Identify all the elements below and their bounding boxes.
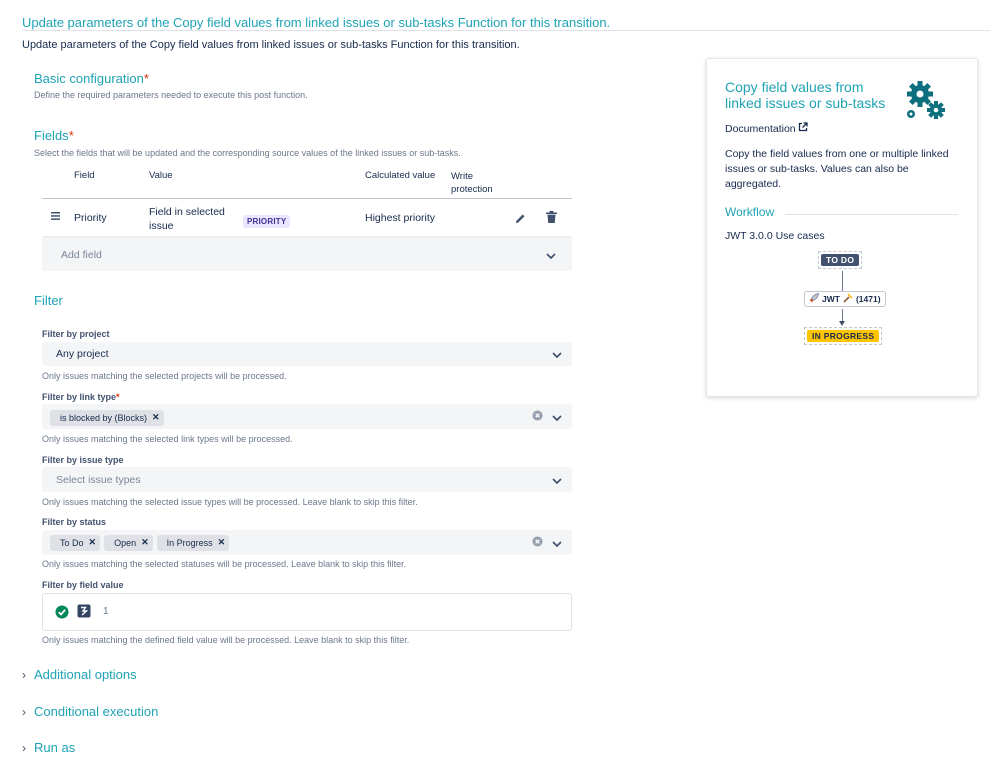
remove-tag-icon[interactable]: ✕ xyxy=(152,412,160,423)
remove-tag-icon[interactable]: ✕ xyxy=(141,537,149,548)
filter-heading: Filter xyxy=(34,293,63,308)
basic-config-title: Basic configuration xyxy=(34,71,144,86)
status-tags: To Do ✕ Open ✕ In Progress ✕ xyxy=(50,534,233,551)
issue-type-help-text: Only issues matching the selected issue … xyxy=(42,497,418,507)
status-tag: In Progress ✕ xyxy=(156,534,230,551)
filter-project-label: Filter by project xyxy=(42,329,110,339)
gears-icon xyxy=(903,78,949,129)
issue-type-select[interactable]: Select issue types xyxy=(42,467,572,492)
link-type-tag: is blocked by (Blocks) ✕ xyxy=(50,409,164,426)
fields-title: Fields xyxy=(34,128,69,143)
status-node-todo: TO DO xyxy=(818,251,863,269)
link-type-tags: is blocked by (Blocks) ✕ xyxy=(50,408,168,426)
filter-link-type-label: Filter by link type* xyxy=(42,392,120,402)
chevron-right-icon: › xyxy=(22,704,26,719)
calculated-value-cell: Highest priority xyxy=(365,212,436,224)
parser-icon[interactable] xyxy=(77,604,91,623)
required-asterisk: * xyxy=(116,392,120,402)
title-divider xyxy=(22,30,990,31)
tag-label: To Do xyxy=(60,537,84,548)
transition-id: (1471) xyxy=(855,294,881,304)
line-number: 1 xyxy=(103,606,109,617)
fields-heading: Fields* xyxy=(34,128,74,143)
run-as-label: Run as xyxy=(34,740,76,755)
column-header-write-protection: Write protection xyxy=(451,171,493,195)
field-lozenge: PRIORITY xyxy=(243,215,291,228)
arrowhead-icon xyxy=(839,321,845,326)
conditional-execution-toggle[interactable]: › Conditional execution xyxy=(22,704,158,719)
chevron-down-icon[interactable] xyxy=(552,471,562,489)
chevron-down-icon[interactable] xyxy=(552,408,562,426)
documentation-label: Documentation xyxy=(725,122,796,135)
conditional-execution-label: Conditional execution xyxy=(34,704,159,719)
status-in-progress: IN PROGRESS xyxy=(807,330,880,342)
project-help-text: Only issues matching the selected projec… xyxy=(42,371,287,381)
hammer-icon xyxy=(843,293,853,305)
status-select[interactable]: To Do ✕ Open ✕ In Progress ✕ xyxy=(42,530,572,555)
required-asterisk: * xyxy=(143,71,149,86)
workflow-heading: Workflow xyxy=(725,205,775,219)
filter-field-value-label: Filter by field value xyxy=(42,580,124,590)
pencil-icon[interactable] xyxy=(513,211,527,225)
clear-icon[interactable] xyxy=(532,534,543,552)
field-name-cell: Priority xyxy=(74,212,107,224)
filter-issue-type-label: Filter by issue type xyxy=(42,455,124,465)
function-info-card: Copy field values from linked issues or … xyxy=(706,58,978,397)
remove-tag-icon[interactable]: ✕ xyxy=(89,537,97,548)
tag-label: Open xyxy=(114,537,137,548)
chevron-down-icon[interactable] xyxy=(546,246,556,264)
remove-tag-icon[interactable]: ✕ xyxy=(218,537,226,548)
page-subtitle: Update parameters of the Copy field valu… xyxy=(22,39,520,51)
status-todo: TO DO xyxy=(821,254,860,266)
project-select-value: Any project xyxy=(56,348,109,360)
field-value-cell: Field in selected issue xyxy=(149,206,225,232)
rocket-icon xyxy=(809,293,819,305)
additional-options-label: Additional options xyxy=(34,667,137,682)
basic-config-heading: Basic configuration* xyxy=(34,71,149,86)
workflow-divider xyxy=(785,214,958,215)
chevron-down-icon[interactable] xyxy=(552,534,562,552)
transition-node: JWT (1471) xyxy=(804,291,886,307)
column-header-field: Field xyxy=(74,170,95,181)
project-select[interactable]: Any project xyxy=(42,342,572,366)
external-link-icon xyxy=(798,122,808,135)
filter-status-label: Filter by status xyxy=(42,517,107,527)
required-asterisk: * xyxy=(68,128,74,143)
card-title: Copy field values from linked issues or … xyxy=(725,79,886,111)
tag-label: In Progress xyxy=(166,537,213,548)
transition-label: JWT xyxy=(822,294,840,304)
issue-type-placeholder: Select issue types xyxy=(56,473,141,486)
page-title: Update parameters of the Copy field valu… xyxy=(22,15,611,30)
status-tag: Open ✕ xyxy=(104,534,153,551)
column-header-calculated: Calculated value xyxy=(365,170,436,181)
run-as-toggle[interactable]: › Run as xyxy=(22,740,75,755)
trash-icon[interactable] xyxy=(544,210,558,224)
documentation-link[interactable]: Documentation xyxy=(725,122,808,135)
status-node-in-progress: IN PROGRESS xyxy=(804,327,883,345)
status-tag: To Do ✕ xyxy=(50,534,101,551)
fields-description: Select the fields that will be updated a… xyxy=(34,148,461,158)
card-description: Copy the field values from one or multip… xyxy=(725,148,949,190)
table-header-divider xyxy=(42,198,572,199)
chevron-right-icon: › xyxy=(22,740,26,755)
field-value-help-text: Only issues matching the defined field v… xyxy=(42,635,410,645)
workflow-subtitle: JWT 3.0.0 Use cases xyxy=(725,230,825,242)
status-help-text: Only issues matching the selected status… xyxy=(42,559,407,569)
tag-label: is blocked by (Blocks) xyxy=(60,412,148,423)
link-type-select[interactable]: is blocked by (Blocks) ✕ xyxy=(42,404,572,429)
field-value-editor[interactable]: 1 xyxy=(42,593,572,631)
link-type-help-text: Only issues matching the selected link t… xyxy=(42,434,293,444)
add-field-placeholder: Add field xyxy=(61,248,102,261)
chevron-down-icon[interactable] xyxy=(552,345,562,363)
check-circle-icon xyxy=(55,605,69,624)
drag-handle-icon[interactable] xyxy=(50,211,60,221)
additional-options-toggle[interactable]: › Additional options xyxy=(22,667,137,682)
add-field-select[interactable]: Add field xyxy=(42,237,572,271)
basic-config-description: Define the required parameters needed to… xyxy=(34,90,308,100)
column-header-value: Value xyxy=(149,170,173,181)
link-type-label-text: Filter by link type xyxy=(42,392,117,402)
chevron-right-icon: › xyxy=(22,667,26,682)
clear-icon[interactable] xyxy=(532,408,543,426)
